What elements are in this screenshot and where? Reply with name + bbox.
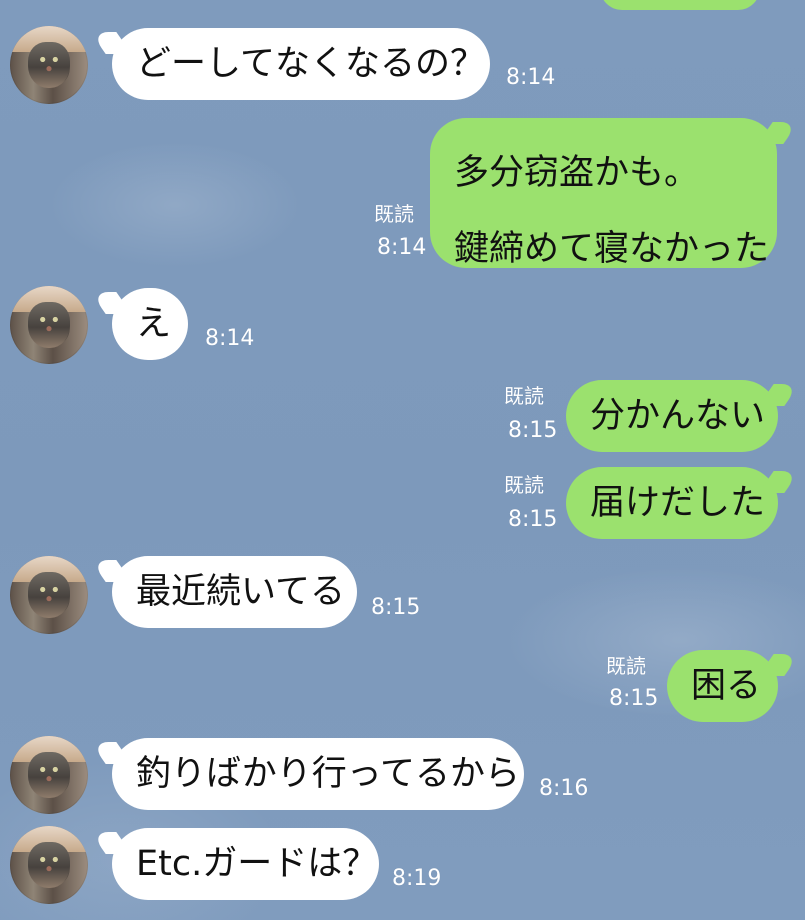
read-receipt: 既読 [504, 384, 544, 408]
message-time: 8:14 [377, 235, 427, 260]
read-receipt: 既読 [504, 473, 544, 497]
outgoing-message-bubble[interactable]: 困る [667, 650, 778, 722]
partial-outgoing-bubble [600, 0, 760, 10]
incoming-message-bubble[interactable]: え [112, 288, 188, 360]
contact-avatar[interactable] [10, 556, 88, 634]
message-time: 8:16 [539, 776, 589, 801]
message-time: 8:15 [609, 686, 659, 711]
incoming-message-bubble[interactable]: 最近続いてる [112, 556, 357, 628]
message-text: 届けだした [590, 482, 766, 523]
message-text: どーしてなくなるの？ [136, 43, 485, 84]
incoming-message-bubble[interactable]: 釣りばかり行ってるから [112, 738, 524, 810]
message-text: Etc.ガードは？ [136, 843, 378, 884]
message-time: 8:15 [371, 595, 421, 620]
message-text: 最近続いてる [136, 571, 345, 612]
contact-avatar[interactable] [10, 736, 88, 814]
message-line: 多分窃盗かも。 [454, 153, 700, 193]
outgoing-message-bubble[interactable]: 多分窃盗かも。 鍵締めて寝なかった [430, 118, 777, 269]
message-time: 8:15 [508, 418, 558, 443]
outgoing-message-bubble[interactable]: 届けだした [566, 467, 778, 539]
contact-avatar[interactable] [10, 826, 88, 904]
message-time: 8:15 [508, 507, 558, 532]
contact-avatar[interactable] [10, 26, 88, 104]
outgoing-message-bubble[interactable]: 分かんない [566, 380, 778, 452]
message-line: 鍵締めて寝なかった [454, 229, 770, 269]
message-text: 困る [691, 665, 762, 706]
message-time: 8:14 [506, 65, 556, 90]
chat-thread[interactable]: どーしてなくなるの？ 8:14 既読 8:14 多分窃盗かも。 鍵締めて寝なかっ… [0, 0, 805, 920]
read-receipt: 既読 [374, 202, 414, 226]
message-text: 釣りばかり行ってるから [136, 753, 520, 794]
contact-avatar[interactable] [10, 286, 88, 364]
message-text: え [136, 303, 172, 344]
incoming-message-bubble[interactable]: どーしてなくなるの？ [112, 28, 490, 100]
message-time: 8:14 [205, 326, 255, 351]
incoming-message-bubble[interactable]: Etc.ガードは？ [112, 828, 379, 900]
message-time: 8:19 [392, 866, 442, 891]
read-receipt: 既読 [606, 654, 646, 678]
message-text: 分かんない [590, 395, 766, 436]
